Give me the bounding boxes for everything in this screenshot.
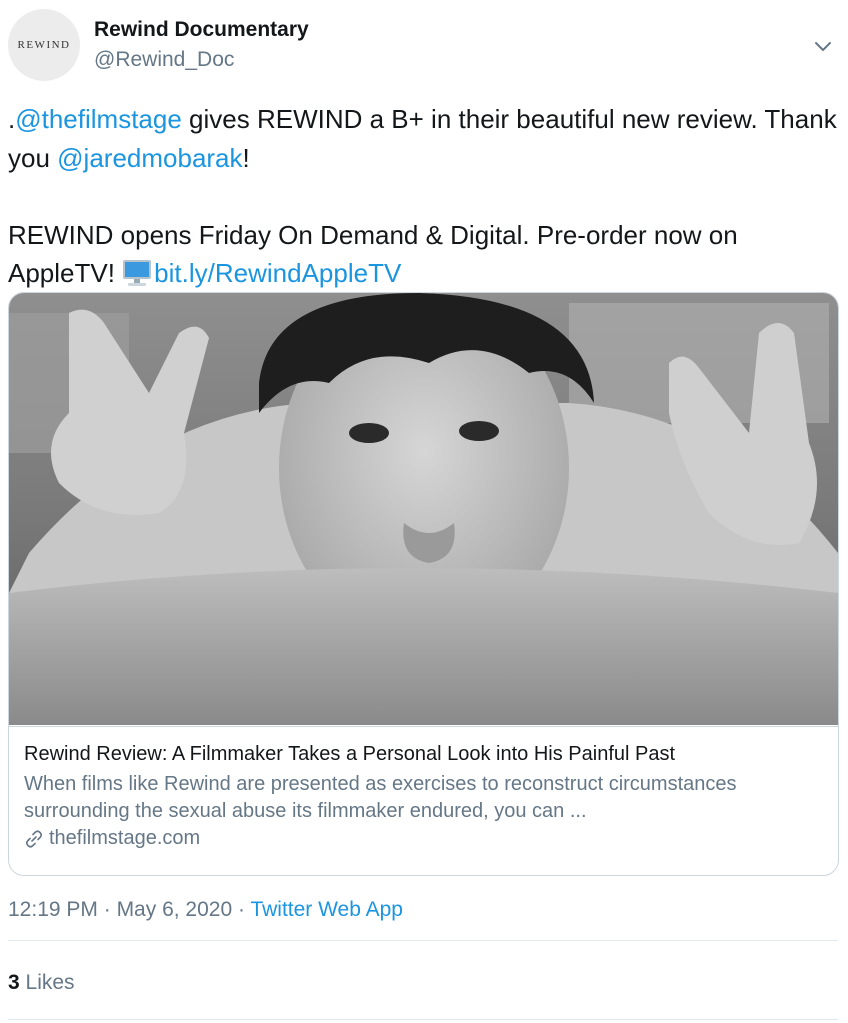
card-image[interactable] xyxy=(9,293,838,725)
author-handle[interactable]: @Rewind_Doc xyxy=(94,48,234,72)
avatar[interactable]: REWIND xyxy=(8,9,80,81)
author-name[interactable]: Rewind Documentary xyxy=(94,18,309,42)
avatar-logo-text: REWIND xyxy=(17,39,71,51)
tweet-header: REWIND Rewind Documentary @Rewind_Doc xyxy=(8,8,840,84)
tweet-time[interactable]: 12:19 PM xyxy=(8,898,98,921)
meta-separator: · xyxy=(97,898,117,921)
card-title[interactable]: Rewind Review: A Filmmaker Takes a Perso… xyxy=(24,743,675,766)
card-description: When films like Rewind are presented as … xyxy=(24,773,737,822)
link-card[interactable]: Rewind Review: A Filmmaker Takes a Perso… xyxy=(8,292,839,876)
tweet-date[interactable]: May 6, 2020 xyxy=(117,898,233,921)
tweet-link[interactable]: bit.ly/RewindAppleTV xyxy=(154,258,401,288)
card-body[interactable]: Rewind Review: A Filmmaker Takes a Perso… xyxy=(9,726,838,875)
mention-thefilmstage[interactable]: @thefilmstage xyxy=(15,104,182,134)
card-domain[interactable]: thefilmstage.com xyxy=(24,827,200,850)
chevron-down-icon xyxy=(815,42,831,51)
tweet-source[interactable]: Twitter Web App xyxy=(250,898,403,921)
tweet-meta: 12:19 PM · May 6, 2020 · Twitter Web App xyxy=(8,898,403,922)
mention-jaredmobarak[interactable]: @jaredmobarak xyxy=(57,143,242,173)
link-icon xyxy=(25,829,43,848)
desktop-computer-emoji-icon xyxy=(123,260,152,286)
tweet-text-part2: ! xyxy=(242,142,250,173)
divider xyxy=(8,1019,838,1020)
divider xyxy=(8,940,838,941)
likes-count: 3 xyxy=(8,971,20,994)
likes-label: Likes xyxy=(19,971,75,994)
likes-stat[interactable]: 3 Likes xyxy=(8,971,75,995)
card-domain-text: thefilmstage.com xyxy=(49,827,201,849)
more-options-button[interactable] xyxy=(808,32,838,62)
tweet-text: .@thefilmstage gives REWIND a B+ in thei… xyxy=(8,100,840,293)
meta-separator: · xyxy=(232,898,251,921)
